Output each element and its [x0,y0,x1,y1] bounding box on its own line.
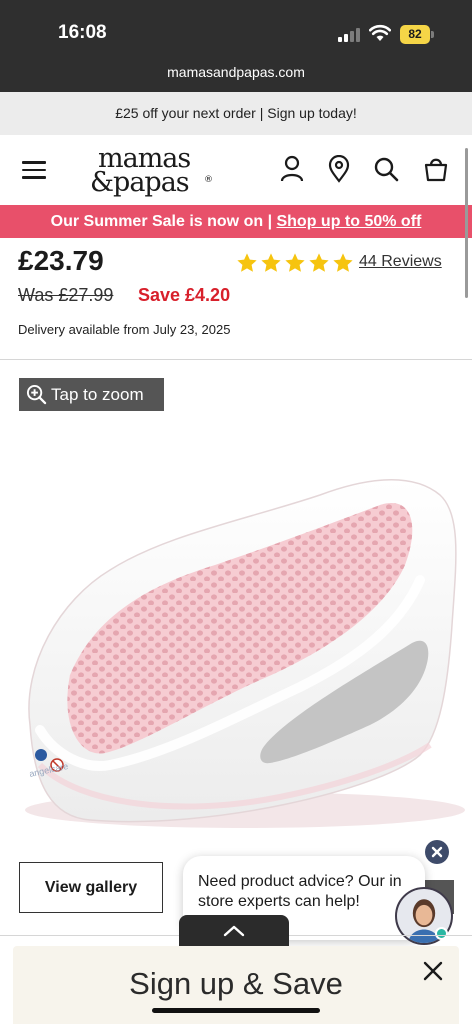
zoom-in-icon [26,384,47,405]
store-locator-icon[interactable] [326,155,352,183]
logo-line-2: &papas [90,167,190,198]
view-gallery-button[interactable]: View gallery [19,862,163,913]
logo[interactable]: mamas &papas ® [88,143,218,199]
sale-banner-link[interactable]: Shop up to 50% off [276,213,421,230]
sale-banner: Our Summer Sale is now on | Shop up to 5… [0,205,472,238]
star-icon [261,253,281,272]
online-status-icon [435,927,448,940]
battery-indicator: 82 [400,25,430,44]
home-indicator [152,1008,320,1013]
product-image[interactable]: angelcare [0,425,472,845]
menu-icon[interactable] [22,161,46,179]
promo-bar[interactable]: £25 off your next order | Sign up today! [0,92,472,135]
chat-close-icon[interactable] [425,840,449,864]
reviews-link[interactable]: 44 Reviews [359,253,442,271]
status-time: 16:08 [58,22,107,43]
logo-mark: ® [204,175,213,185]
signal-bars-icon [338,28,362,42]
zoom-label: Tap to zoom [51,385,144,404]
wifi-icon [369,24,391,41]
rating-stars[interactable] [236,252,354,274]
star-icon [309,253,329,272]
site-header: mamas &papas ® [0,135,472,205]
star-icon [237,253,257,272]
scrollbar[interactable] [465,148,468,298]
status-bar: 16:08 82 mamasandpapas.com [0,0,472,92]
divider [0,359,472,360]
collapse-tab[interactable] [179,915,289,947]
url-bar[interactable]: mamasandpapas.com [0,64,472,80]
account-icon[interactable] [279,155,305,183]
basket-icon[interactable] [423,155,449,183]
close-icon[interactable] [422,960,444,982]
signup-title: Sign up & Save [129,966,343,1001]
save-amount: Save £4.20 [138,285,231,305]
search-icon[interactable] [373,155,399,183]
product-price: £23.79 [18,245,104,276]
chat-message: Need product advice? Our in store expert… [198,873,402,910]
tap-to-zoom-button[interactable]: Tap to zoom [19,378,164,411]
chevron-up-icon [223,925,245,937]
battery-nub [431,31,434,38]
was-price: Was £27.99 [18,285,114,305]
star-icon [333,253,353,272]
sale-banner-text: Our Summer Sale is now on | [50,213,277,230]
star-icon [285,253,305,272]
delivery-info: Delivery available from July 23, 2025 [18,322,231,337]
